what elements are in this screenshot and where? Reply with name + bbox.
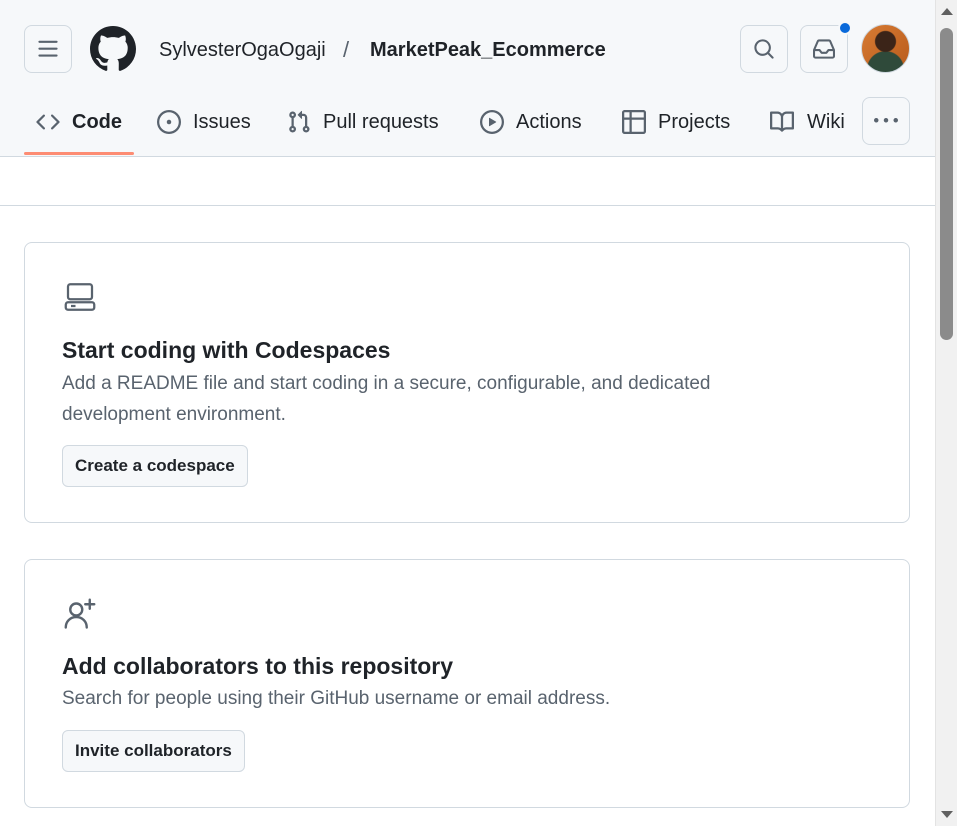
tab-issues[interactable]: Issues: [157, 100, 251, 144]
search-icon: [754, 39, 774, 59]
scroll-down-arrow-icon[interactable]: [941, 811, 953, 818]
tab-projects[interactable]: Projects: [622, 100, 730, 144]
github-mark-icon[interactable]: [90, 26, 136, 72]
book-icon: [770, 111, 795, 132]
code-icon: [36, 114, 60, 130]
inbox-icon: [813, 39, 835, 59]
git-pull-request-icon: [289, 110, 310, 133]
person-add-icon: [64, 598, 96, 629]
hamburger-icon: [38, 40, 58, 57]
create-codespace-button[interactable]: Create a codespace: [62, 445, 248, 487]
codespaces-title: Start coding with Codespaces: [62, 337, 391, 363]
breadcrumb-separator: /: [343, 37, 350, 62]
tab-pull-requests[interactable]: Pull requests: [287, 100, 439, 144]
notification-indicator: [838, 21, 852, 35]
more-tabs-button[interactable]: [862, 97, 910, 145]
tab-projects-label: Projects: [658, 110, 731, 133]
kebab-horizontal-icon: [874, 118, 898, 123]
repo-header: SylvesterOgaOgaji / MarketPeak_Ecommerce…: [0, 0, 935, 157]
content-divider: [0, 205, 935, 206]
collaborators-description: Search for people using their GitHub use…: [62, 688, 611, 709]
breadcrumb-repo[interactable]: MarketPeak_Ecommerce: [370, 37, 606, 63]
collaborators-title: Add collaborators to this repository: [62, 653, 454, 679]
repository-page: SylvesterOgaOgaji / MarketPeak_Ecommerce…: [0, 0, 935, 826]
tab-code-label: Code: [72, 110, 122, 133]
scrollbar-thumb[interactable]: [940, 28, 953, 340]
tab-actions-label: Actions: [516, 110, 582, 133]
codespaces-description: Add a README file and start coding in a …: [62, 373, 711, 425]
play-icon: [480, 110, 504, 134]
selected-tab-underline: [24, 152, 134, 155]
invite-collaborators-button[interactable]: Invite collaborators: [62, 730, 245, 772]
inbox-button[interactable]: [800, 21, 852, 73]
tab-pull-requests-label: Pull requests: [323, 110, 439, 133]
issue-opened-icon: [157, 110, 181, 134]
tab-actions[interactable]: Actions: [480, 100, 582, 144]
tab-issues-label: Issues: [193, 110, 251, 133]
breadcrumb-owner[interactable]: SylvesterOgaOgaji: [159, 37, 326, 63]
avatar[interactable]: [861, 24, 910, 73]
tab-wiki[interactable]: Wiki: [769, 100, 845, 144]
device-desktop-icon: [64, 283, 96, 311]
search-button[interactable]: [740, 25, 788, 73]
table-icon: [622, 110, 646, 134]
scroll-up-arrow-icon[interactable]: [941, 8, 953, 15]
tab-wiki-label: Wiki: [807, 110, 845, 133]
collaborators-card: Add collaborators to this repository Sea…: [24, 559, 910, 808]
menu-button[interactable]: [24, 25, 72, 73]
codespaces-card: Start coding with Codespaces Add a READM…: [24, 242, 910, 523]
vertical-scrollbar[interactable]: [935, 0, 957, 826]
tab-code[interactable]: Code: [36, 100, 122, 144]
